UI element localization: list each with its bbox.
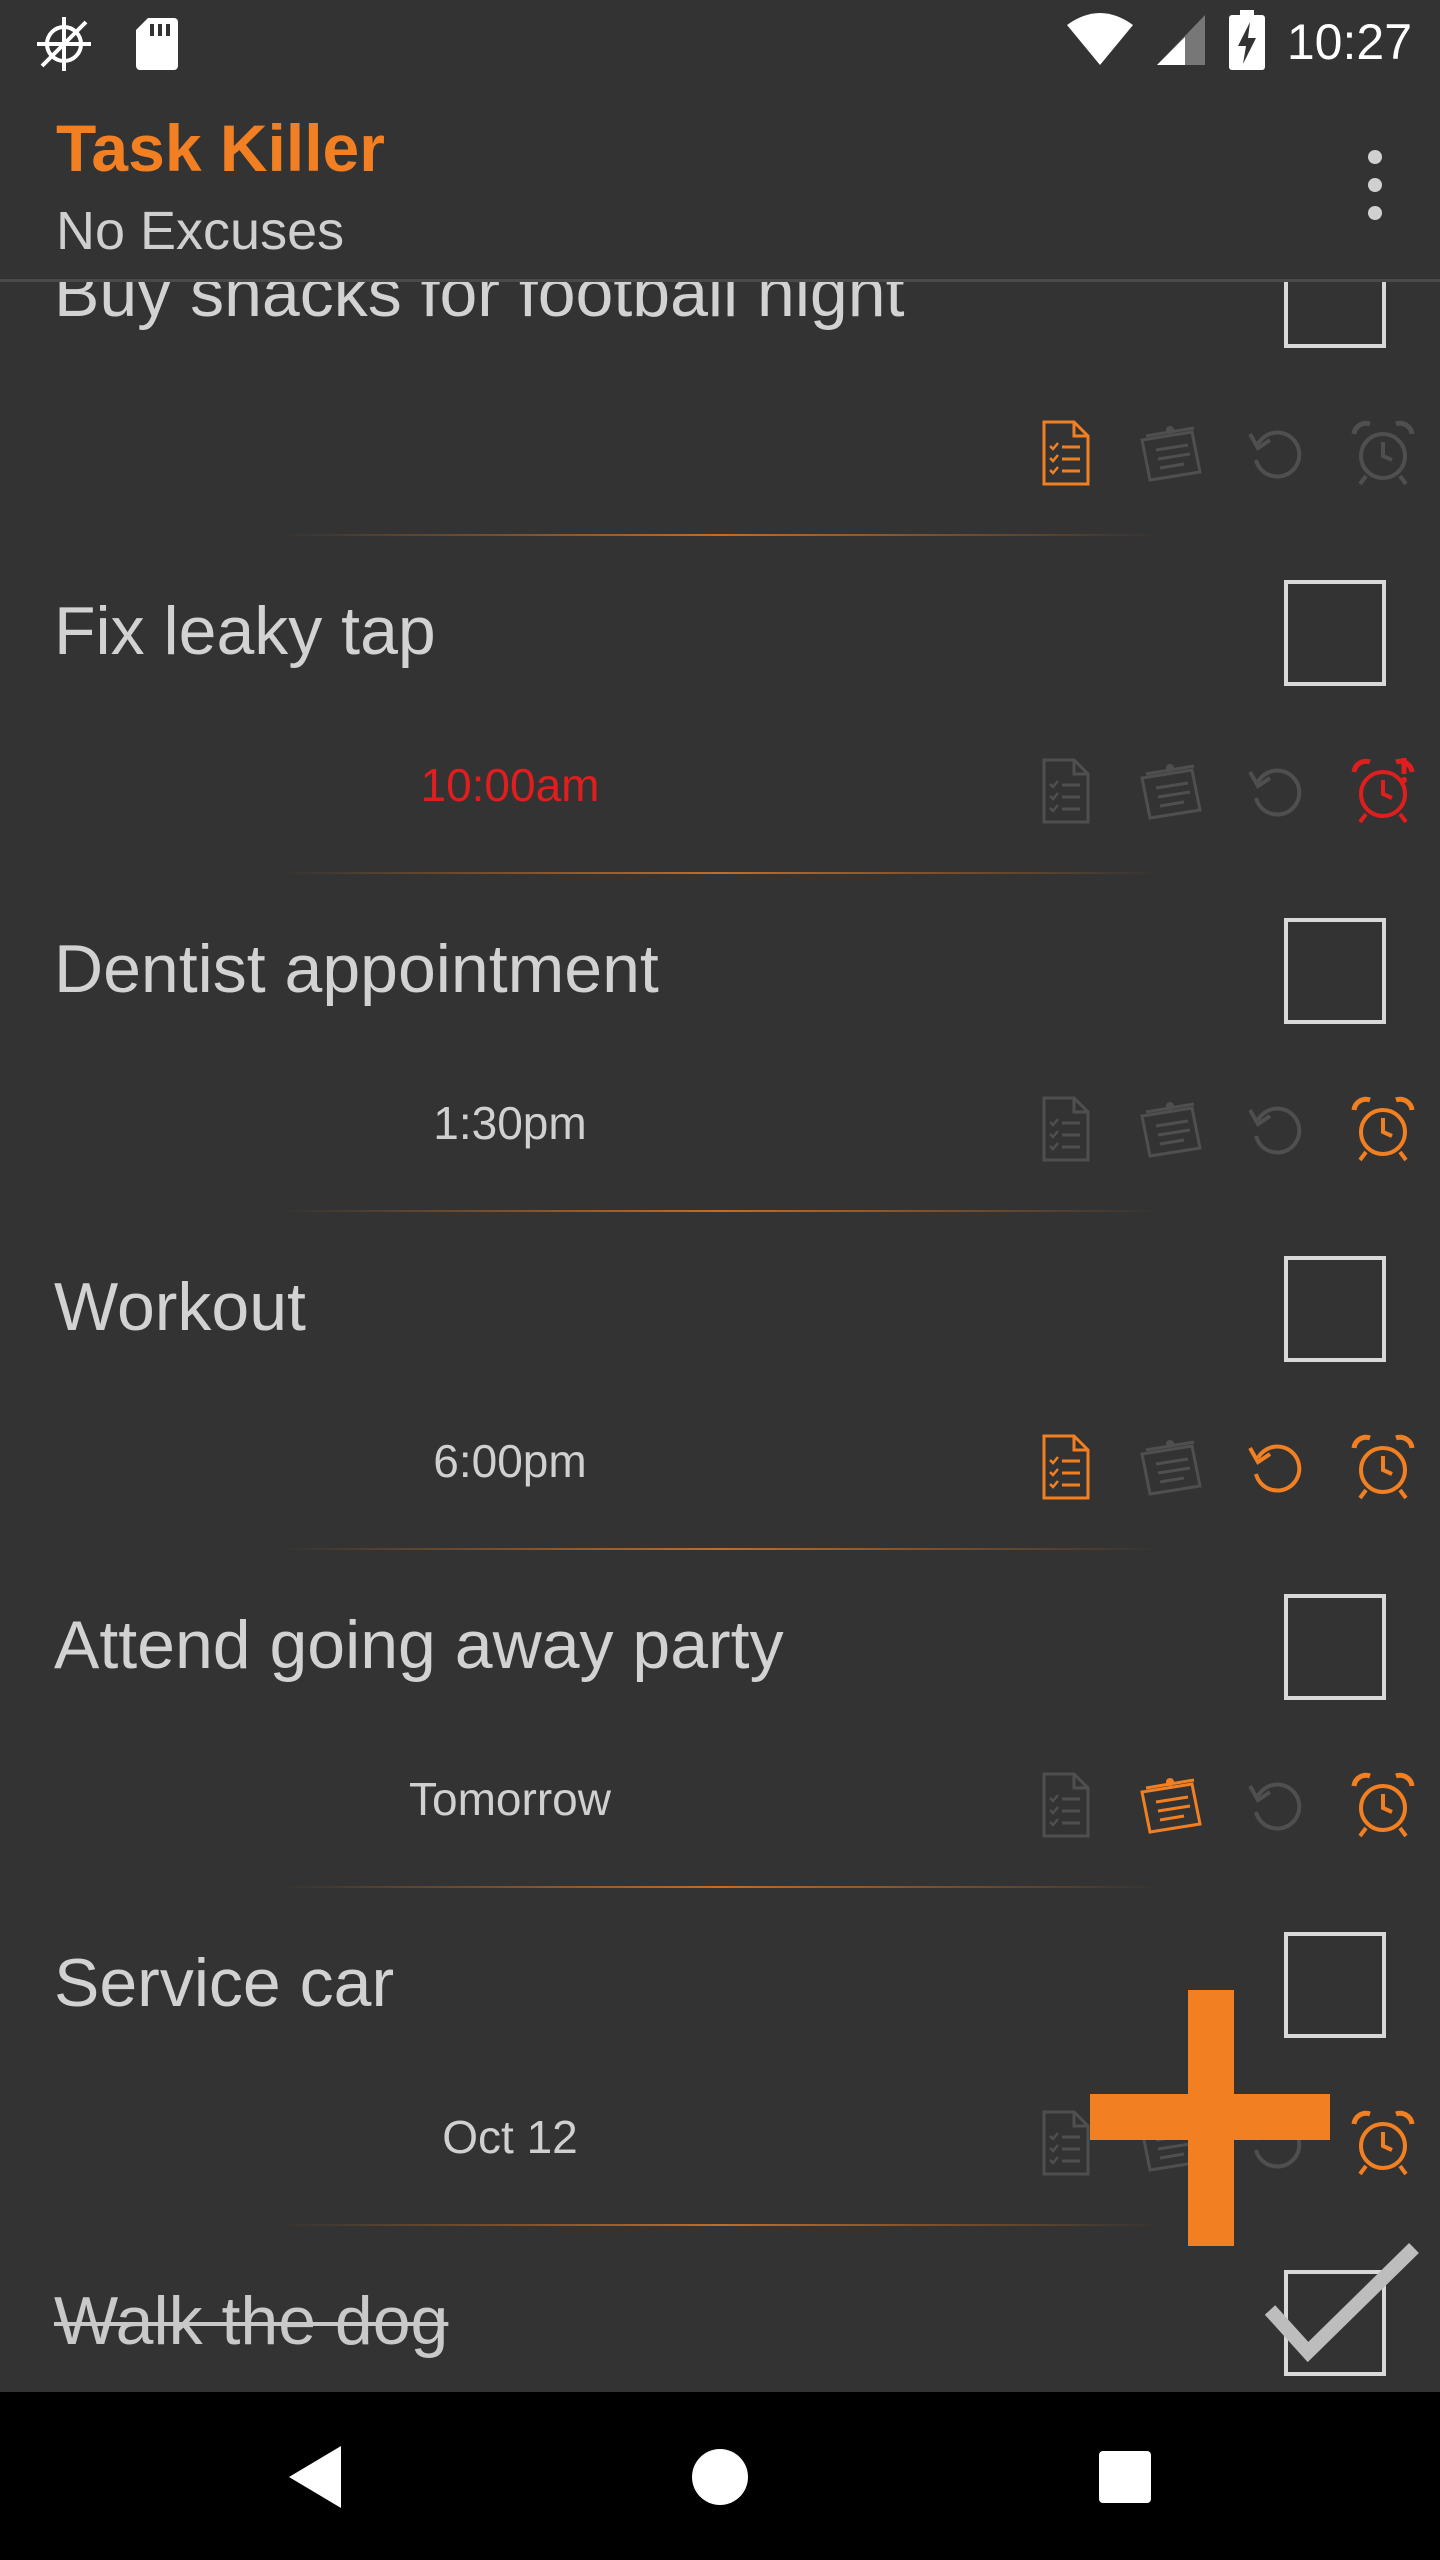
task-item[interactable]: Attend going away party Tomorrow: [0, 1574, 1440, 1912]
task-item[interactable]: Fix leaky tap 10:00am: [0, 560, 1440, 898]
alarm-icon[interactable]: [1348, 1770, 1418, 1840]
task-title: Attend going away party: [54, 1607, 784, 1683]
repeat-icon[interactable]: [1242, 756, 1312, 826]
task-title: Workout: [54, 1269, 306, 1345]
task-item[interactable]: Buy snacks for football night: [0, 282, 1440, 560]
clock: 10:27: [1286, 14, 1412, 70]
checklist-icon[interactable]: [1030, 1770, 1100, 1840]
notes-icon[interactable]: [1136, 1432, 1206, 1502]
task-item[interactable]: Walk the dog: [0, 2243, 1440, 2392]
task-item[interactable]: Workout 6:00pm: [0, 1236, 1440, 1574]
divider: [280, 872, 1160, 874]
home-icon[interactable]: [675, 2432, 765, 2522]
notes-icon[interactable]: [1136, 418, 1206, 488]
task-title: Fix leaky tap: [54, 593, 436, 669]
notes-icon[interactable]: [1136, 756, 1206, 826]
task-checkbox[interactable]: [1284, 1256, 1386, 1362]
recents-icon[interactable]: [1080, 2432, 1170, 2522]
repeat-icon[interactable]: [1242, 418, 1312, 488]
task-checkbox[interactable]: [1284, 918, 1386, 1024]
task-title: Dentist appointment: [54, 931, 659, 1007]
notes-icon[interactable]: [1136, 1770, 1206, 1840]
task-item[interactable]: Dentist appointment 1:30pm: [0, 898, 1440, 1236]
divider: [280, 1886, 1160, 1888]
sd-card-icon: [134, 16, 180, 76]
cell-signal-icon: [1155, 13, 1207, 71]
checkmark-icon: [1264, 2240, 1424, 2384]
task-checkbox[interactable]: [1284, 282, 1386, 348]
task-title: Service car: [54, 1945, 395, 2021]
task-title: Walk the dog: [54, 2283, 449, 2359]
add-task-button[interactable]: [1090, 1990, 1330, 2246]
task-time: Tomorrow: [409, 1773, 611, 1825]
task-time: 6:00pm: [433, 1435, 587, 1487]
checklist-icon[interactable]: [1030, 1094, 1100, 1164]
checklist-icon[interactable]: [1030, 1432, 1100, 1502]
alarm-icon[interactable]: [1348, 418, 1418, 488]
app-title: Task Killer: [56, 111, 385, 185]
repeat-icon[interactable]: [1242, 1770, 1312, 1840]
alarm-icon[interactable]: [1348, 756, 1418, 826]
task-time: 10:00am: [420, 759, 600, 811]
crosshair-icon: [34, 14, 94, 78]
status-bar: 10:27: [0, 0, 1440, 84]
repeat-icon[interactable]: [1242, 1432, 1312, 1502]
wifi-icon: [1066, 13, 1133, 71]
checklist-icon[interactable]: [1030, 756, 1100, 826]
task-checkbox[interactable]: [1284, 580, 1386, 686]
divider: [280, 534, 1160, 536]
checklist-icon[interactable]: [1030, 418, 1100, 488]
task-time: Oct 12: [442, 2111, 578, 2163]
back-icon[interactable]: [270, 2432, 360, 2522]
battery-charging-icon: [1228, 10, 1265, 74]
task-time: 1:30pm: [433, 1097, 587, 1149]
divider: [280, 1548, 1160, 1550]
alarm-icon[interactable]: [1348, 1432, 1418, 1502]
task-title: Buy snacks for football night: [54, 282, 905, 331]
divider: [280, 2224, 1160, 2226]
alarm-icon[interactable]: [1348, 1094, 1418, 1164]
repeat-icon[interactable]: [1242, 1094, 1312, 1164]
navigation-bar: [0, 2392, 1440, 2560]
app-toolbar: Task Killer No Excuses: [0, 84, 1440, 282]
notes-icon[interactable]: [1136, 1094, 1206, 1164]
overflow-menu-icon[interactable]: [1350, 150, 1400, 220]
app-subtitle: No Excuses: [56, 201, 345, 261]
alarm-icon[interactable]: [1348, 2108, 1418, 2178]
divider: [280, 1210, 1160, 1212]
task-checkbox[interactable]: [1284, 1594, 1386, 1700]
